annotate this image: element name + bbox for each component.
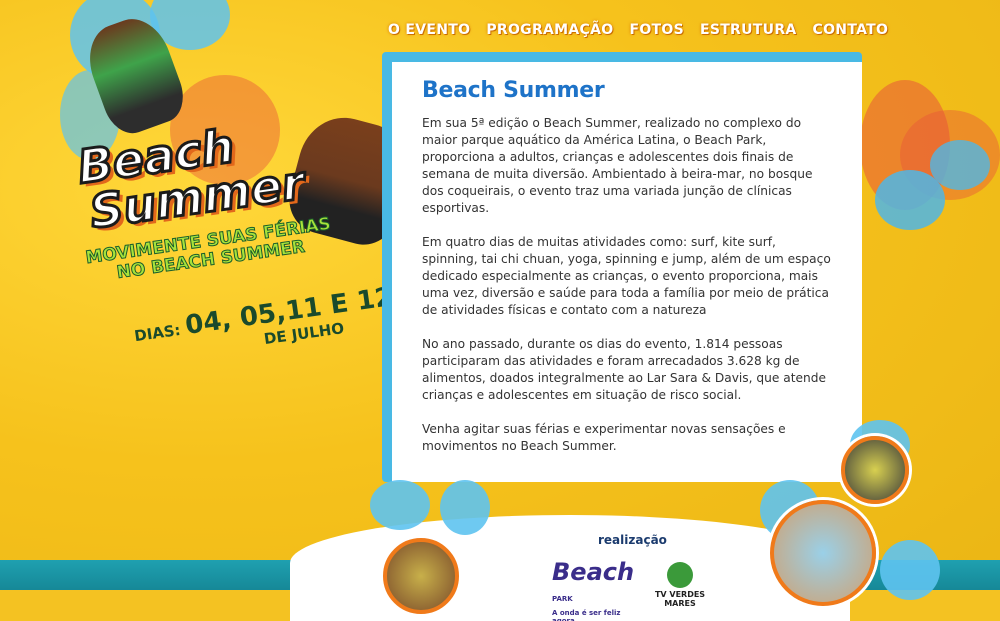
page-title: Beach Summer xyxy=(422,78,605,103)
photo-circle-kids[interactable] xyxy=(383,538,459,614)
paragraph-2: Em quatro dias de muitas atividades como… xyxy=(422,235,831,317)
photo-circle-yoga[interactable] xyxy=(770,500,876,606)
content-card: Beach Summer Em sua 5ª edição o Beach Su… xyxy=(392,62,862,482)
nav-contato[interactable]: CONTATO xyxy=(813,22,889,38)
event-dates: DIAS: 04, 05,11 E 12 DE JULHO xyxy=(132,282,398,366)
sponsor-title: realização xyxy=(598,533,667,547)
paragraph-3: No ano passado, durante os dias do event… xyxy=(422,337,826,402)
tvm-wordmark: TV VERDES MARES xyxy=(654,590,706,608)
paragraph-4: Venha agitar suas férias e experimentar … xyxy=(422,422,786,453)
photo-circle-fitness[interactable] xyxy=(841,436,909,504)
beach-park-logo[interactable]: Beach PARK A onda é ser feliz agora. xyxy=(552,558,634,621)
nav-o-evento[interactable]: O EVENTO xyxy=(388,22,470,38)
beach-park-sub: PARK xyxy=(552,595,573,603)
nav-programacao[interactable]: PROGRAMAÇÃO xyxy=(486,22,613,38)
mermaid-icon xyxy=(667,562,693,588)
nav-estrutura[interactable]: ESTRUTURA xyxy=(700,22,797,38)
nav-fotos[interactable]: FOTOS xyxy=(629,22,684,38)
dates-label: DIAS: xyxy=(133,320,182,346)
main-nav: O EVENTO PROGRAMAÇÃO FOTOS ESTRUTURA CON… xyxy=(388,22,888,38)
paragraph-1: Em sua 5ª edição o Beach Summer, realiza… xyxy=(422,116,813,215)
beach-park-tagline: A onda é ser feliz agora. xyxy=(552,609,621,621)
tv-verdes-mares-logo[interactable]: TV VERDES MARES xyxy=(645,560,715,610)
beach-park-wordmark: Beach xyxy=(552,558,635,586)
